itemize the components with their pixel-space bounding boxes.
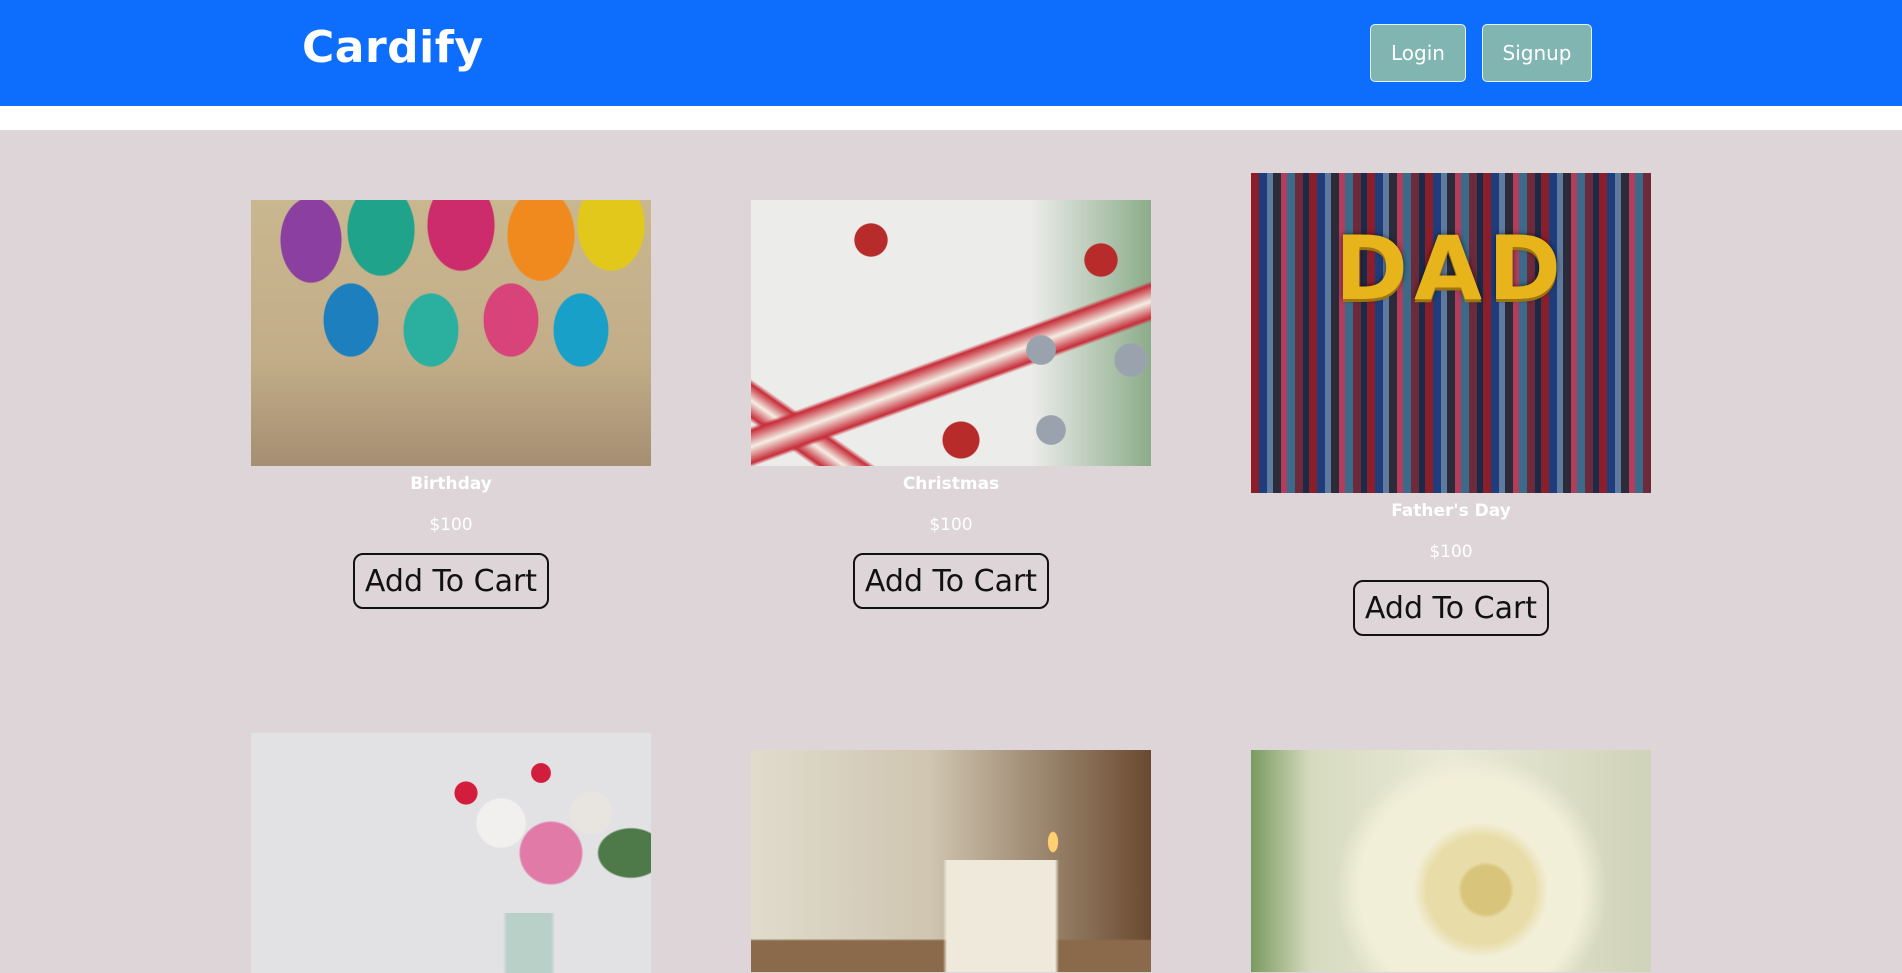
white-rose-image xyxy=(1251,750,1651,972)
brand-logo[interactable]: Cardify xyxy=(302,22,484,73)
card-birthday: Birthday $100 Add To Cart xyxy=(251,200,651,609)
signup-button[interactable]: Signup xyxy=(1482,24,1592,82)
card-fathers-day: DAD Father's Day $100 Add To Cart xyxy=(1251,173,1651,636)
thank-you-candle-image xyxy=(751,750,1151,972)
flower-bouquet-image xyxy=(251,733,651,973)
card-title: Birthday xyxy=(410,474,492,494)
card-title: Father's Day xyxy=(1391,501,1511,521)
birthday-balloons-image xyxy=(251,200,651,466)
card-flowers xyxy=(251,733,651,973)
christmas-ribbons-bells-image xyxy=(751,200,1151,466)
dad-ties-image: DAD xyxy=(1251,173,1651,493)
card-price: $100 xyxy=(1429,542,1473,562)
dad-balloon-letters: DAD xyxy=(1334,217,1568,320)
login-button[interactable]: Login xyxy=(1370,24,1466,82)
add-to-cart-button[interactable]: Add To Cart xyxy=(1352,580,1550,636)
card-rose xyxy=(1251,750,1651,972)
card-title: Christmas xyxy=(902,474,1000,494)
add-to-cart-button[interactable]: Add To Cart xyxy=(852,553,1050,609)
card-christmas: Christmas $100 Add To Cart xyxy=(751,200,1151,609)
header-divider xyxy=(0,106,1902,130)
card-price: $100 xyxy=(429,515,473,535)
add-to-cart-button[interactable]: Add To Cart xyxy=(352,553,550,609)
navbar: Cardify Login Signup xyxy=(0,0,1902,106)
card-candle xyxy=(751,750,1151,972)
card-price: $100 xyxy=(929,515,973,535)
